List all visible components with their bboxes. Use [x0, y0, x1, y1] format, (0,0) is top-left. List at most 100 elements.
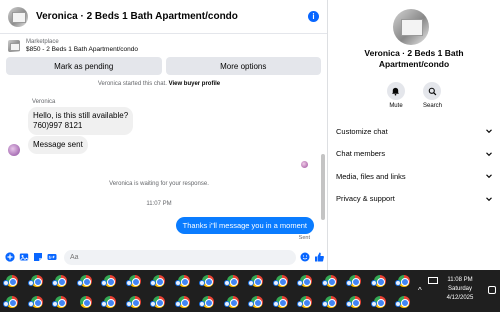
chrome-taskbar-icon[interactable] [49, 291, 74, 312]
incoming-message[interactable]: Message sent [28, 136, 88, 154]
chrome-taskbar-icon[interactable] [368, 291, 393, 312]
menu-chat-members[interactable]: Chat members [329, 143, 500, 166]
listing-profile-photo[interactable] [393, 9, 429, 45]
chrome-taskbar-icon[interactable] [172, 291, 197, 312]
waiting-notice: Veronica is waiting for your response. [109, 181, 209, 187]
chrome-taskbar-icon[interactable] [245, 270, 270, 291]
chrome-taskbar-icon[interactable] [98, 291, 123, 312]
mark-as-pending-button[interactable]: Mark as pending [6, 57, 162, 75]
mute-button[interactable]: Mute [386, 82, 405, 109]
chevron-down-icon [486, 129, 492, 134]
chrome-taskbar-icon[interactable] [25, 291, 50, 312]
chrome-taskbar-icon[interactable] [221, 270, 246, 291]
chrome-taskbar-icon[interactable] [123, 270, 148, 291]
incoming-message[interactable]: Hello, is this still available? 760)997 … [28, 107, 134, 135]
chrome-taskbar-icon[interactable] [319, 270, 344, 291]
listing-summary[interactable]: Marketplace $850 - 2 Beds 1 Bath Apartme… [0, 34, 327, 57]
menu-customize-chat[interactable]: Customize chat [329, 120, 500, 143]
menu-label: Media, files and links [336, 171, 406, 181]
scrollbar-thumb[interactable] [321, 154, 325, 220]
chrome-taskbar-icon[interactable] [319, 291, 344, 312]
profile-badge-icon [370, 301, 377, 307]
chrome-taskbar-icon[interactable] [98, 270, 123, 291]
message-line: 760)997 8121 [33, 121, 83, 130]
plus-icon[interactable] [4, 252, 15, 263]
search-button[interactable]: Search [423, 82, 442, 109]
profile-badge-icon [101, 280, 107, 286]
profile-badge-icon [346, 280, 352, 286]
chrome-taskbar-icon[interactable] [221, 291, 246, 312]
info-icon[interactable]: i [308, 11, 319, 22]
chrome-taskbar-icon[interactable] [294, 291, 319, 312]
clock-time: 11:08 PM [447, 277, 473, 283]
profile-badge-icon [248, 280, 254, 286]
profile-badge-icon [395, 301, 401, 307]
notification-icon[interactable] [488, 286, 496, 294]
profile-badge-icon [150, 301, 156, 307]
chrome-taskbar-icon[interactable] [196, 291, 221, 312]
listing-text: Marketplace $850 - 2 Beds 1 Bath Apartme… [26, 38, 138, 54]
windows-taskbar: ^ 11:08 PM Saturday 4/12/2025 [0, 270, 500, 312]
profile-badge-icon [52, 301, 58, 307]
emoji-icon[interactable] [299, 252, 310, 263]
display-icon[interactable] [428, 277, 438, 284]
chevron-up-icon[interactable]: ^ [418, 286, 422, 295]
sticker-icon[interactable] [32, 252, 43, 263]
listing-small-thumbnail [8, 39, 20, 52]
sent-status: Sent [298, 235, 310, 241]
view-buyer-profile-link[interactable]: View buyer profile [169, 81, 221, 87]
chrome-taskbar-icon[interactable] [270, 291, 295, 312]
info-title: Veronica · 2 Beds 1 Bath Apartment/condo [364, 48, 464, 69]
like-icon[interactable] [313, 252, 324, 263]
chrome-taskbar-icon[interactable] [123, 291, 148, 312]
profile-badge-icon [27, 280, 34, 286]
menu-media-files-links[interactable]: Media, files and links [329, 165, 500, 188]
chrome-taskbar-icon[interactable] [147, 291, 172, 312]
profile-badge-icon [248, 301, 254, 307]
message-input[interactable] [64, 249, 296, 265]
chrome-taskbar-icon[interactable] [368, 270, 393, 291]
more-options-button[interactable]: More options [165, 57, 321, 75]
chrome-taskbar-icon[interactable] [74, 270, 99, 291]
photo-icon[interactable] [18, 252, 29, 263]
chrome-taskbar-icon[interactable] [25, 270, 50, 291]
clock-day: Saturday [447, 286, 472, 292]
chrome-taskbar-icon[interactable] [343, 291, 368, 312]
profile-badge-icon [223, 301, 230, 307]
conversation-info-panel: Veronica · 2 Beds 1 Bath Apartment/condo… [329, 0, 500, 270]
mute-label: Mute [389, 103, 403, 109]
time-divider: 11:07 PM [146, 201, 172, 207]
gif-icon[interactable] [46, 252, 57, 263]
chrome-taskbar-icon[interactable] [147, 270, 172, 291]
listing-thumbnail[interactable] [8, 6, 28, 27]
profile-badge-icon [174, 280, 181, 286]
chrome-taskbar-icon[interactable] [196, 270, 221, 291]
chrome-taskbar-icon[interactable] [294, 270, 319, 291]
chrome-taskbar-icon[interactable] [245, 291, 270, 312]
chrome-taskbar-icon[interactable] [270, 270, 295, 291]
profile-badge-icon [395, 280, 401, 286]
outgoing-message[interactable]: Thanks i"ll message you in a moment [175, 217, 314, 234]
chat-title[interactable]: Veronica · 2 Beds 1 Bath Apartment/condo [36, 11, 308, 22]
message-list[interactable]: Veronica started this chat. View buyer p… [0, 80, 328, 246]
seen-avatar [301, 161, 308, 168]
profile-badge-icon [174, 301, 181, 307]
message-scrollbar[interactable] [321, 82, 325, 242]
profile-badge-icon [76, 280, 83, 286]
profile-badge-icon [52, 280, 58, 286]
chrome-taskbar-icon[interactable] [74, 291, 99, 312]
profile-badge-icon [297, 280, 303, 286]
chrome-taskbar-icon[interactable] [49, 270, 74, 291]
menu-privacy-support[interactable]: Privacy & support [329, 188, 500, 211]
chat-header: Veronica · 2 Beds 1 Bath Apartment/condo… [0, 0, 327, 34]
info-quick-actions: Mute Search [329, 82, 500, 109]
clock[interactable]: 11:08 PM Saturday 4/12/2025 [438, 276, 482, 303]
sender-avatar[interactable] [8, 144, 20, 156]
chrome-taskbar-icon[interactable] [0, 270, 25, 291]
profile-badge-icon [370, 280, 377, 286]
profile-badge-icon [297, 301, 303, 307]
chevron-down-icon [486, 174, 492, 179]
chrome-taskbar-icon[interactable] [0, 291, 25, 312]
chrome-taskbar-icon[interactable] [172, 270, 197, 291]
chrome-taskbar-icon[interactable] [343, 270, 368, 291]
